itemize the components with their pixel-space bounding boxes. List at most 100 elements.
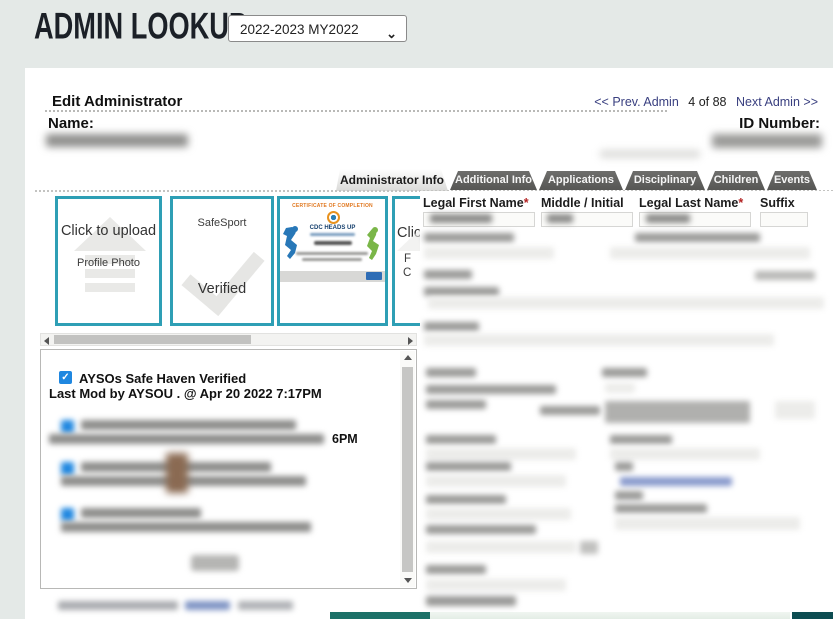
redacted-id-value: [712, 134, 822, 148]
upload-card-line2: Profile Photo: [58, 257, 159, 269]
redacted-value: [646, 214, 690, 223]
administrator-info-form: Legal First Name* Middle / Initial Legal…: [420, 191, 833, 612]
timestamp-fragment: 6PM: [332, 432, 358, 446]
tab-additional-info[interactable]: Additional Info: [450, 171, 537, 190]
scroll-right-icon[interactable]: [408, 337, 413, 345]
footer-bar: [330, 612, 430, 619]
safe-haven-checkbox[interactable]: ✓: [59, 371, 72, 384]
redacted-field[interactable]: [615, 517, 800, 530]
redacted-label: [426, 462, 511, 471]
cert-share-badge: [366, 272, 382, 280]
safesport-verified-card[interactable]: SafeSport Verified: [170, 196, 274, 326]
redacted-label: [426, 435, 496, 444]
footer-corner-bar: [792, 612, 833, 619]
admin-pager: << Prev. Admin 4 of 88 Next Admin >>: [0, 95, 818, 109]
membership-year-select[interactable]: 2022-2023 MY2022 ⌄: [228, 15, 407, 42]
certificate-title: CERTIFICATE OF COMPLETION: [280, 203, 385, 209]
soccer-player-blue-icon: [282, 225, 304, 261]
scroll-down-icon[interactable]: [404, 578, 412, 583]
cert-line-redacted: [302, 258, 362, 261]
redacted-text: [49, 434, 324, 444]
legal-last-name-label: Legal Last Name*: [639, 196, 743, 210]
redacted-label: [540, 406, 600, 415]
redacted-blob: [580, 541, 598, 554]
redacted-footer-text: [238, 601, 293, 610]
redacted-button[interactable]: [191, 555, 239, 571]
cards-horizontal-scrollbar[interactable]: [40, 333, 417, 346]
tab-administrator-info[interactable]: Administrator Info: [336, 169, 448, 191]
safesport-verified-label: Verified: [173, 281, 271, 297]
redacted-footer-text: [58, 601, 178, 610]
cdc-logo-icon: [327, 211, 340, 224]
redacted-checkbox[interactable]: [61, 420, 74, 433]
redacted-label: [424, 287, 499, 296]
partial-card-line2: F: [404, 253, 411, 265]
redacted-label: [426, 525, 536, 534]
list-vertical-scrollbar[interactable]: [400, 351, 415, 587]
redacted-field[interactable]: [426, 508, 571, 520]
redacted-field[interactable]: [426, 448, 576, 460]
certifications-listbox: ✓ AYSOs Safe Haven Verified Last Mod by …: [40, 349, 417, 589]
safesport-label: SafeSport: [173, 217, 271, 229]
redacted-label: [635, 233, 760, 242]
tab-events[interactable]: Events: [767, 171, 817, 190]
redacted-field[interactable]: [426, 475, 566, 487]
redacted-label: [424, 270, 472, 279]
upload-card-line1: Click to upload: [58, 223, 159, 239]
redacted-field[interactable]: [424, 334, 774, 346]
tab-disciplinary[interactable]: Disciplinary: [625, 171, 705, 190]
redacted-label: [426, 596, 516, 606]
scroll-up-icon[interactable]: [404, 355, 412, 360]
vertical-scroll-thumb[interactable]: [402, 367, 413, 572]
redacted-field[interactable]: [426, 541, 576, 553]
redacted-name-value: [46, 134, 188, 147]
redacted-label: [424, 233, 514, 242]
redacted-label: [605, 401, 750, 423]
redacted-field[interactable]: [610, 247, 810, 259]
scroll-left-icon[interactable]: [44, 337, 49, 345]
redacted-checkbox[interactable]: [61, 508, 74, 521]
redacted-value: [430, 214, 492, 223]
redacted-field[interactable]: [424, 247, 554, 259]
partial-card-line3: C: [403, 267, 411, 279]
cdc-certificate-card[interactable]: CERTIFICATE OF COMPLETION CDC HEADS UP: [277, 196, 388, 326]
cert-name-redacted: [314, 241, 352, 245]
redacted-subtext: [600, 150, 700, 158]
redacted-label: [426, 385, 556, 394]
redacted-photo: [166, 453, 188, 493]
chevron-down-icon: ⌄: [386, 20, 397, 47]
redacted-label: [755, 271, 815, 280]
cert-line-redacted: [296, 252, 368, 255]
tab-applications[interactable]: Applications: [539, 171, 623, 190]
redacted-value: [547, 214, 573, 223]
suffix-field[interactable]: [760, 212, 808, 227]
redacted-checkbox[interactable]: [61, 462, 74, 475]
redacted-footer-link[interactable]: [185, 601, 230, 610]
redacted-label: [615, 462, 633, 471]
pager-position: 4 of 88: [688, 95, 726, 109]
redacted-label: [615, 504, 707, 513]
redacted-label: [426, 565, 486, 574]
redacted-field[interactable]: [610, 448, 760, 460]
redacted-field[interactable]: [775, 401, 815, 419]
membership-year-value: 2022-2023 MY2022: [240, 22, 359, 37]
redacted-label: [615, 491, 643, 500]
soccer-player-green-icon: [364, 227, 384, 261]
horizontal-scroll-thumb[interactable]: [54, 335, 251, 344]
redacted-text: [61, 522, 311, 532]
id-number-label: ID Number:: [0, 115, 820, 132]
redacted-label: [426, 400, 486, 409]
redacted-field[interactable]: [605, 383, 635, 393]
next-admin-link[interactable]: Next Admin >>: [736, 95, 818, 109]
required-asterisk: *: [738, 196, 743, 210]
upload-arrow-bar: [85, 283, 135, 292]
safe-haven-title: AYSOs Safe Haven Verified: [79, 371, 246, 386]
page-title: ADMIN LOOKUP: [34, 6, 247, 48]
redacted-field[interactable]: [426, 579, 566, 591]
prev-admin-link[interactable]: << Prev. Admin: [594, 95, 679, 109]
suffix-label: Suffix: [760, 196, 795, 210]
redacted-field[interactable]: [428, 297, 824, 309]
tab-children[interactable]: Children: [707, 171, 765, 190]
profile-photo-upload-card[interactable]: Click to upload Profile Photo: [55, 196, 162, 326]
redacted-link[interactable]: [620, 477, 732, 486]
